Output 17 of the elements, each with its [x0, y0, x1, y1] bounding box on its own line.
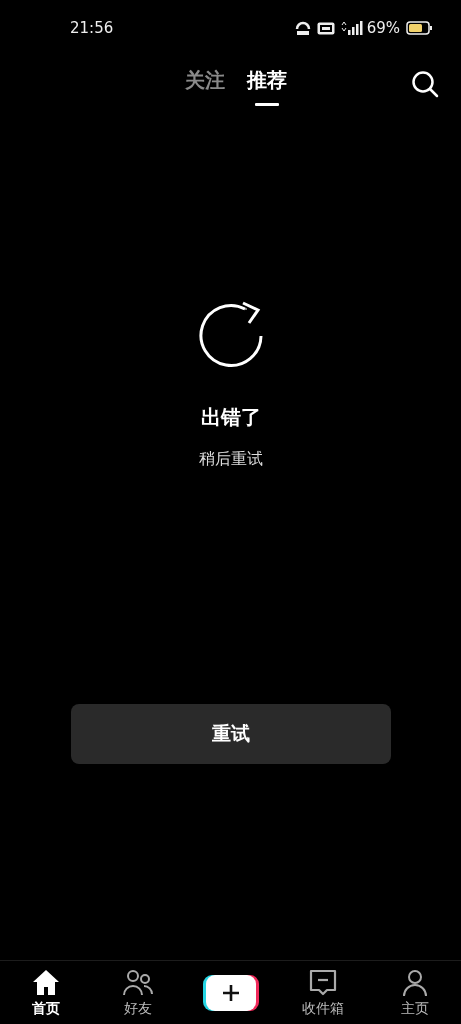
error-message: 稍后重试	[198, 449, 263, 470]
nav-tab[interactable]: 收件箱	[276, 961, 369, 1024]
search-icon[interactable]	[411, 70, 439, 98]
message-icon	[307, 967, 338, 998]
signal-icon	[340, 20, 363, 36]
feed-tab[interactable]: 推荐	[246, 59, 287, 109]
create-button[interactable]	[202, 974, 259, 1011]
clock-time: 21:56	[70, 19, 114, 37]
friends-icon	[123, 967, 154, 998]
nav-tab[interactable]: 主页	[368, 961, 461, 1024]
nav-tab[interactable]: 好友	[92, 961, 185, 1024]
battery-icon	[406, 21, 433, 35]
feed-tab[interactable]: 关注	[184, 59, 225, 109]
battery-percent: 69%	[366, 19, 400, 37]
nav-tab[interactable]: 首页	[0, 961, 93, 1024]
error-title: 出错了	[200, 404, 261, 431]
retry-button[interactable]: 重试	[70, 704, 391, 764]
